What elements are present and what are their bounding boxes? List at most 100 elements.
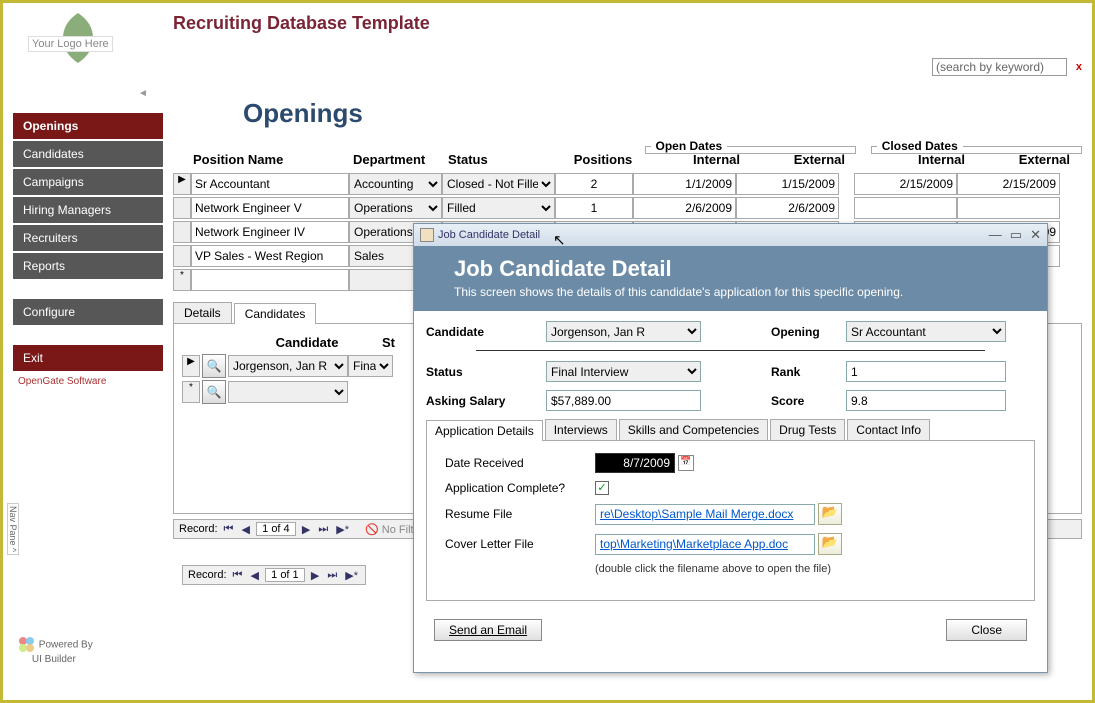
- lookup-button-new[interactable]: 🔍: [202, 380, 226, 404]
- lookup-button[interactable]: 🔍: [202, 354, 226, 378]
- send-email-button[interactable]: Send an Email: [434, 619, 542, 641]
- row-selector[interactable]: [173, 197, 191, 219]
- cell-position[interactable]: [191, 197, 349, 219]
- powered-by: Powered By UI Builder: [18, 636, 93, 665]
- sidebar-item-hiring-managers[interactable]: Hiring Managers: [13, 197, 163, 223]
- sidebar-item-candidates[interactable]: Candidates: [13, 141, 163, 167]
- col-external-open: External: [748, 152, 853, 167]
- cell-open-internal[interactable]: [633, 173, 736, 195]
- nav-pane-label[interactable]: Nav Pane ^: [7, 503, 19, 555]
- subtab-drug-tests[interactable]: Drug Tests: [770, 419, 845, 440]
- cell-dept[interactable]: Accounting: [349, 173, 442, 195]
- cell-status[interactable]: Filled: [442, 197, 555, 219]
- label-app-complete: Application Complete?: [445, 481, 595, 495]
- col-internal-open: Internal: [643, 152, 748, 167]
- cover-file-link[interactable]: top\Marketing\Marketplace App.doc: [595, 534, 815, 555]
- table-row: ▶ Accounting Closed - Not Filled: [173, 172, 1082, 196]
- status-field[interactable]: Final Interview: [546, 361, 701, 382]
- cover-browse-icon[interactable]: 📂: [818, 533, 842, 555]
- subtab-application-details[interactable]: Application Details: [426, 420, 543, 441]
- row-selector[interactable]: [173, 245, 191, 267]
- cell-closed-internal[interactable]: [854, 173, 957, 195]
- asking-salary-field[interactable]: [546, 390, 701, 411]
- cell-dept[interactable]: Operations: [349, 197, 442, 219]
- subcol-candidate: Candidate: [232, 335, 382, 350]
- main-nav-prev-icon[interactable]: ◀: [239, 523, 251, 536]
- closed-dates-legend: Closed Dates: [877, 139, 963, 153]
- main-nav-new-icon[interactable]: ▶*: [334, 523, 351, 536]
- subrow-selector[interactable]: ▶: [182, 355, 200, 377]
- cell-position[interactable]: [191, 245, 349, 267]
- subtab-contact-info[interactable]: Contact Info: [847, 419, 930, 440]
- cell-position[interactable]: [191, 221, 349, 243]
- nav-prev-icon[interactable]: ◀: [248, 569, 260, 582]
- cell-closed-external[interactable]: [957, 197, 1060, 219]
- modal-heading: Job Candidate Detail: [454, 256, 1007, 282]
- modal-title: Job Candidate Detail: [438, 229, 540, 241]
- modal-close-icon[interactable]: ✕: [1030, 227, 1041, 243]
- subtab-skills[interactable]: Skills and Competencies: [619, 419, 768, 440]
- label-cover: Cover Letter File: [445, 537, 595, 551]
- tab-details[interactable]: Details: [173, 302, 232, 323]
- main-record-position[interactable]: [256, 522, 296, 536]
- nav-last-icon[interactable]: ⏭: [325, 569, 339, 582]
- cell-open-external[interactable]: [736, 197, 839, 219]
- row-selector-new[interactable]: *: [173, 269, 191, 291]
- row-selector[interactable]: ▶: [173, 173, 191, 195]
- app-complete-checkbox[interactable]: ✓: [595, 481, 609, 495]
- cell-count[interactable]: [555, 173, 633, 195]
- row-selector[interactable]: [173, 221, 191, 243]
- cell-open-external[interactable]: [736, 173, 839, 195]
- main-nav-first-icon[interactable]: ⏮: [222, 523, 236, 536]
- nav-next-icon[interactable]: ▶: [309, 569, 321, 582]
- resume-file-link[interactable]: re\Desktop\Sample Mail Merge.docx: [595, 504, 815, 525]
- search-clear-icon[interactable]: x: [1076, 61, 1082, 73]
- modal-titlebar[interactable]: Job Candidate Detail — ▭ ✕: [414, 224, 1047, 246]
- subtab-interviews[interactable]: Interviews: [545, 419, 617, 440]
- record-position[interactable]: [265, 568, 305, 582]
- subgrid-record-nav: Record: ⏮ ◀ ▶ ⏭ ▶*: [182, 565, 366, 585]
- cell-count[interactable]: [555, 197, 633, 219]
- subrow-selector-new[interactable]: *: [182, 381, 200, 403]
- candidate-status-select[interactable]: Final: [348, 355, 393, 377]
- calendar-icon[interactable]: 📅: [678, 455, 694, 471]
- rank-field[interactable]: [846, 361, 1006, 382]
- sidebar-item-recruiters[interactable]: Recruiters: [13, 225, 163, 251]
- sidebar-item-openings[interactable]: Openings: [13, 113, 163, 139]
- cell-status[interactable]: Closed - Not Filled: [442, 173, 555, 195]
- sidebar: Openings Candidates Campaigns Hiring Man…: [13, 113, 163, 387]
- sidebar-item-exit[interactable]: Exit: [13, 345, 163, 371]
- nav-first-icon[interactable]: ⏮: [231, 569, 245, 582]
- tab-candidates[interactable]: Candidates: [234, 303, 317, 324]
- opengate-link[interactable]: OpenGate Software: [13, 376, 163, 387]
- nav-new-icon[interactable]: ▶*: [343, 569, 360, 582]
- candidate-select[interactable]: Jorgenson, Jan R: [228, 355, 348, 377]
- cell-closed-internal[interactable]: [854, 197, 957, 219]
- col-external-closed: External: [973, 152, 1078, 167]
- main-nav-next-icon[interactable]: ▶: [300, 523, 312, 536]
- cell-closed-external[interactable]: [957, 173, 1060, 195]
- main-nav-last-icon[interactable]: ⏭: [316, 523, 330, 536]
- date-received-field[interactable]: [595, 453, 675, 473]
- sidebar-collapse-icon[interactable]: ◄: [138, 88, 148, 99]
- score-field[interactable]: [846, 390, 1006, 411]
- opening-field[interactable]: Sr Accountant: [846, 321, 1006, 342]
- candidate-select-new[interactable]: [228, 381, 348, 403]
- label-resume: Resume File: [445, 507, 595, 521]
- app-title: Recruiting Database Template: [173, 13, 430, 34]
- sidebar-item-campaigns[interactable]: Campaigns: [13, 169, 163, 195]
- sidebar-item-configure[interactable]: Configure: [13, 299, 163, 325]
- sidebar-item-reports[interactable]: Reports: [13, 253, 163, 279]
- candidate-field[interactable]: Jorgenson, Jan R: [546, 321, 701, 342]
- resume-browse-icon[interactable]: 📂: [818, 503, 842, 525]
- col-internal-closed: Internal: [868, 152, 973, 167]
- close-button[interactable]: Close: [946, 619, 1027, 641]
- modal-maximize-icon[interactable]: ▭: [1010, 227, 1022, 243]
- page-title: Openings: [243, 98, 1082, 129]
- modal-subheading: This screen shows the details of this ca…: [454, 285, 1007, 299]
- modal-minimize-icon[interactable]: —: [989, 227, 1002, 243]
- cell-position[interactable]: [191, 173, 349, 195]
- search-input[interactable]: [932, 58, 1067, 76]
- cell-open-internal[interactable]: [633, 197, 736, 219]
- cell-position-new[interactable]: [191, 269, 349, 291]
